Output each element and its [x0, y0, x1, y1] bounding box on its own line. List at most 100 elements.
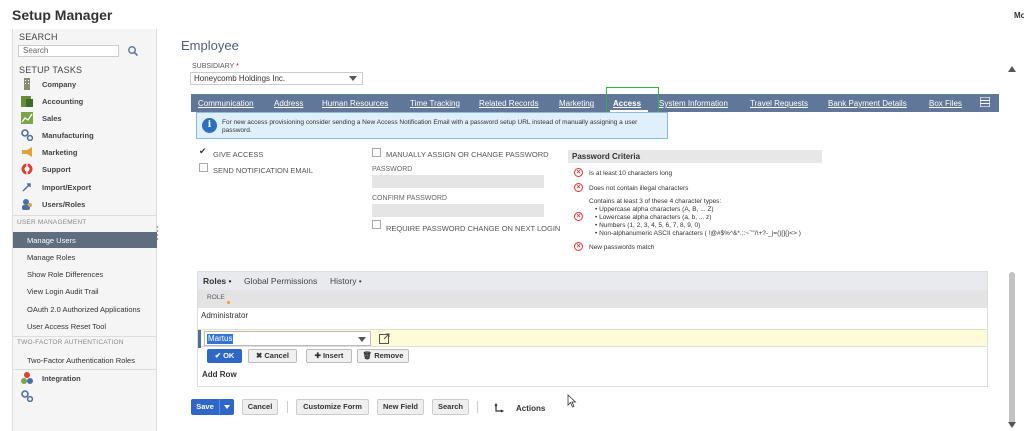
sidebar: SEARCH Search SETUP TASKS Company Accoun…: [12, 29, 157, 431]
search-button[interactable]: Search: [432, 399, 469, 415]
task-users-roles[interactable]: Users/Roles: [19, 197, 157, 213]
building-icon: [24, 78, 30, 90]
require-change-checkbox[interactable]: [372, 220, 381, 229]
search-icon[interactable]: [127, 45, 139, 57]
task-label: Integration: [42, 374, 81, 383]
ok-button[interactable]: ✔ OK: [207, 349, 242, 363]
search-input[interactable]: Search: [18, 45, 119, 57]
required-marker: *: [236, 63, 239, 70]
gear-icon[interactable]: [21, 390, 33, 402]
sidebar-item-label: OAuth 2.0 Authorized Applications: [27, 305, 141, 314]
confirm-password-field[interactable]: [372, 204, 544, 217]
actions-menu[interactable]: Actions: [516, 404, 545, 413]
tab-roles[interactable]: Roles •: [203, 276, 231, 286]
criteria-types-header: Contains at least 3 of these 4 character…: [589, 198, 722, 205]
actions-icon[interactable]: [494, 403, 504, 413]
divider: [13, 369, 157, 370]
scroll-up-icon[interactable]: [1008, 66, 1016, 72]
add-row-link[interactable]: Add Row: [202, 370, 237, 379]
tab-bank-payment-details[interactable]: Bank Payment Details: [828, 99, 907, 108]
sidebar-item-view-login-audit-trail[interactable]: View Login Audit Trail: [13, 283, 157, 299]
manual-password-checkbox[interactable]: [372, 148, 381, 157]
task-company[interactable]: Company: [19, 77, 157, 93]
task-sales[interactable]: Sales: [19, 111, 157, 127]
tab-travel-requests[interactable]: Travel Requests: [750, 99, 808, 108]
criteria-illegal-chars: Does not contain illegal characters: [589, 185, 689, 192]
sidebar-item-manage-users[interactable]: Manage Users: [13, 232, 157, 248]
fail-icon: ×: [574, 212, 583, 221]
info-icon: i: [202, 118, 217, 133]
tab-related-records[interactable]: Related Records: [479, 99, 539, 108]
subsidiary-value: Honeycomb Holdings Inc.: [194, 74, 286, 83]
password-field[interactable]: [372, 175, 544, 188]
divider: [13, 336, 157, 337]
give-access-checkbox[interactable]: ✔: [199, 146, 208, 157]
task-support[interactable]: Support: [19, 162, 157, 178]
more-tabs-icon[interactable]: [980, 97, 990, 107]
search-header: SEARCH: [19, 32, 58, 42]
user-management-label: USER MANAGEMENT: [17, 219, 87, 226]
task-accounting[interactable]: Accounting: [19, 94, 157, 110]
role-edit-row: Martus: [198, 329, 987, 348]
tab-system-information[interactable]: System Information: [659, 99, 728, 108]
sidebar-item-label: View Login Audit Trail: [27, 287, 99, 296]
tab-marketing[interactable]: Marketing: [559, 99, 594, 108]
sidebar-item-oauth-apps[interactable]: OAuth 2.0 Authorized Applications: [13, 301, 157, 317]
tab-address[interactable]: Address: [274, 99, 303, 108]
tab-time-tracking[interactable]: Time Tracking: [410, 99, 460, 108]
tab-human-resources[interactable]: Human Resources: [322, 99, 388, 108]
sidebar-resize-handle[interactable]: [156, 225, 159, 243]
divider: [477, 401, 478, 413]
two-factor-label: TWO-FACTOR AUTHENTICATION: [17, 339, 124, 346]
tab-history[interactable]: History •: [330, 276, 362, 286]
confirm-password-label: CONFIRM PASSWORD: [372, 195, 447, 202]
give-access-label: GIVE ACCESS: [213, 150, 264, 159]
scroll-thumb[interactable]: [1009, 272, 1015, 425]
subsidiary-label-text: SUBSIDIARY: [192, 63, 235, 70]
open-record-icon[interactable]: [379, 333, 390, 344]
criteria-type-item: • Lowercase alpha characters (a, b, ... …: [595, 214, 712, 221]
customize-form-button[interactable]: Customize Form: [296, 399, 369, 415]
cancel-label: Cancel: [264, 351, 289, 360]
sidebar-item-user-access-reset[interactable]: User Access Reset Tool: [13, 318, 157, 334]
criteria-type-item: • Uppercase alpha characters (A, B, ... …: [595, 206, 714, 213]
task-marketing[interactable]: Marketing: [19, 145, 157, 161]
new-field-button[interactable]: New Field: [377, 399, 424, 415]
subsidiary-select[interactable]: Honeycomb Holdings Inc.: [190, 72, 363, 85]
role-column-label: ROLE: [207, 294, 225, 301]
chevron-down-icon: [349, 76, 357, 81]
sidebar-item-2fa-roles[interactable]: Two-Factor Authentication Roles: [13, 352, 157, 368]
task-import-export[interactable]: Import/Export: [19, 180, 157, 196]
insert-button[interactable]: ✚ Insert: [306, 349, 352, 363]
scroll-down-icon[interactable]: [1008, 422, 1016, 428]
task-label: Sales: [42, 114, 62, 123]
sidebar-item-label: User Access Reset Tool: [27, 322, 107, 331]
sidebar-item-show-role-differences[interactable]: Show Role Differences: [13, 266, 157, 282]
megaphone-icon: [22, 147, 32, 157]
task-integration[interactable]: Integration: [19, 371, 157, 387]
password-criteria-header: Password Criteria: [568, 150, 822, 163]
role-column-header[interactable]: ROLE: [198, 290, 987, 308]
user-menu-label[interactable]: Mo: [1014, 11, 1024, 20]
cancel-button[interactable]: Cancel: [242, 399, 278, 415]
send-notification-checkbox[interactable]: [199, 163, 208, 172]
remove-button[interactable]: 🗑 Remove: [357, 349, 409, 363]
task-manufacturing[interactable]: Manufacturing: [19, 128, 157, 144]
tab-global-permissions[interactable]: Global Permissions: [244, 276, 317, 286]
scrollbar[interactable]: [1006, 60, 1018, 431]
mouse-cursor-icon: [567, 394, 577, 408]
save-button[interactable]: Save: [191, 399, 219, 415]
sidebar-item-manage-roles[interactable]: Manage Roles: [13, 249, 157, 265]
tab-communication[interactable]: Communication: [198, 99, 254, 108]
arrows-icon: [22, 183, 31, 192]
role-cell[interactable]: Administrator: [201, 311, 248, 320]
gears-icon: [21, 129, 33, 141]
task-label: Users/Roles: [42, 200, 86, 209]
setup-tasks-header: SETUP TASKS: [19, 65, 83, 75]
save-dropdown-button[interactable]: [219, 399, 234, 415]
cancel-row-button[interactable]: ✖ Cancel: [248, 349, 297, 363]
role-select[interactable]: Martus: [204, 331, 371, 346]
criteria-type-item: • Numbers (1, 2, 3, 4, 5, 6, 7, 8, 9, 0): [595, 222, 701, 229]
sidebar-item-label: Manage Users: [27, 236, 76, 245]
tab-box-files[interactable]: Box Files: [929, 99, 962, 108]
